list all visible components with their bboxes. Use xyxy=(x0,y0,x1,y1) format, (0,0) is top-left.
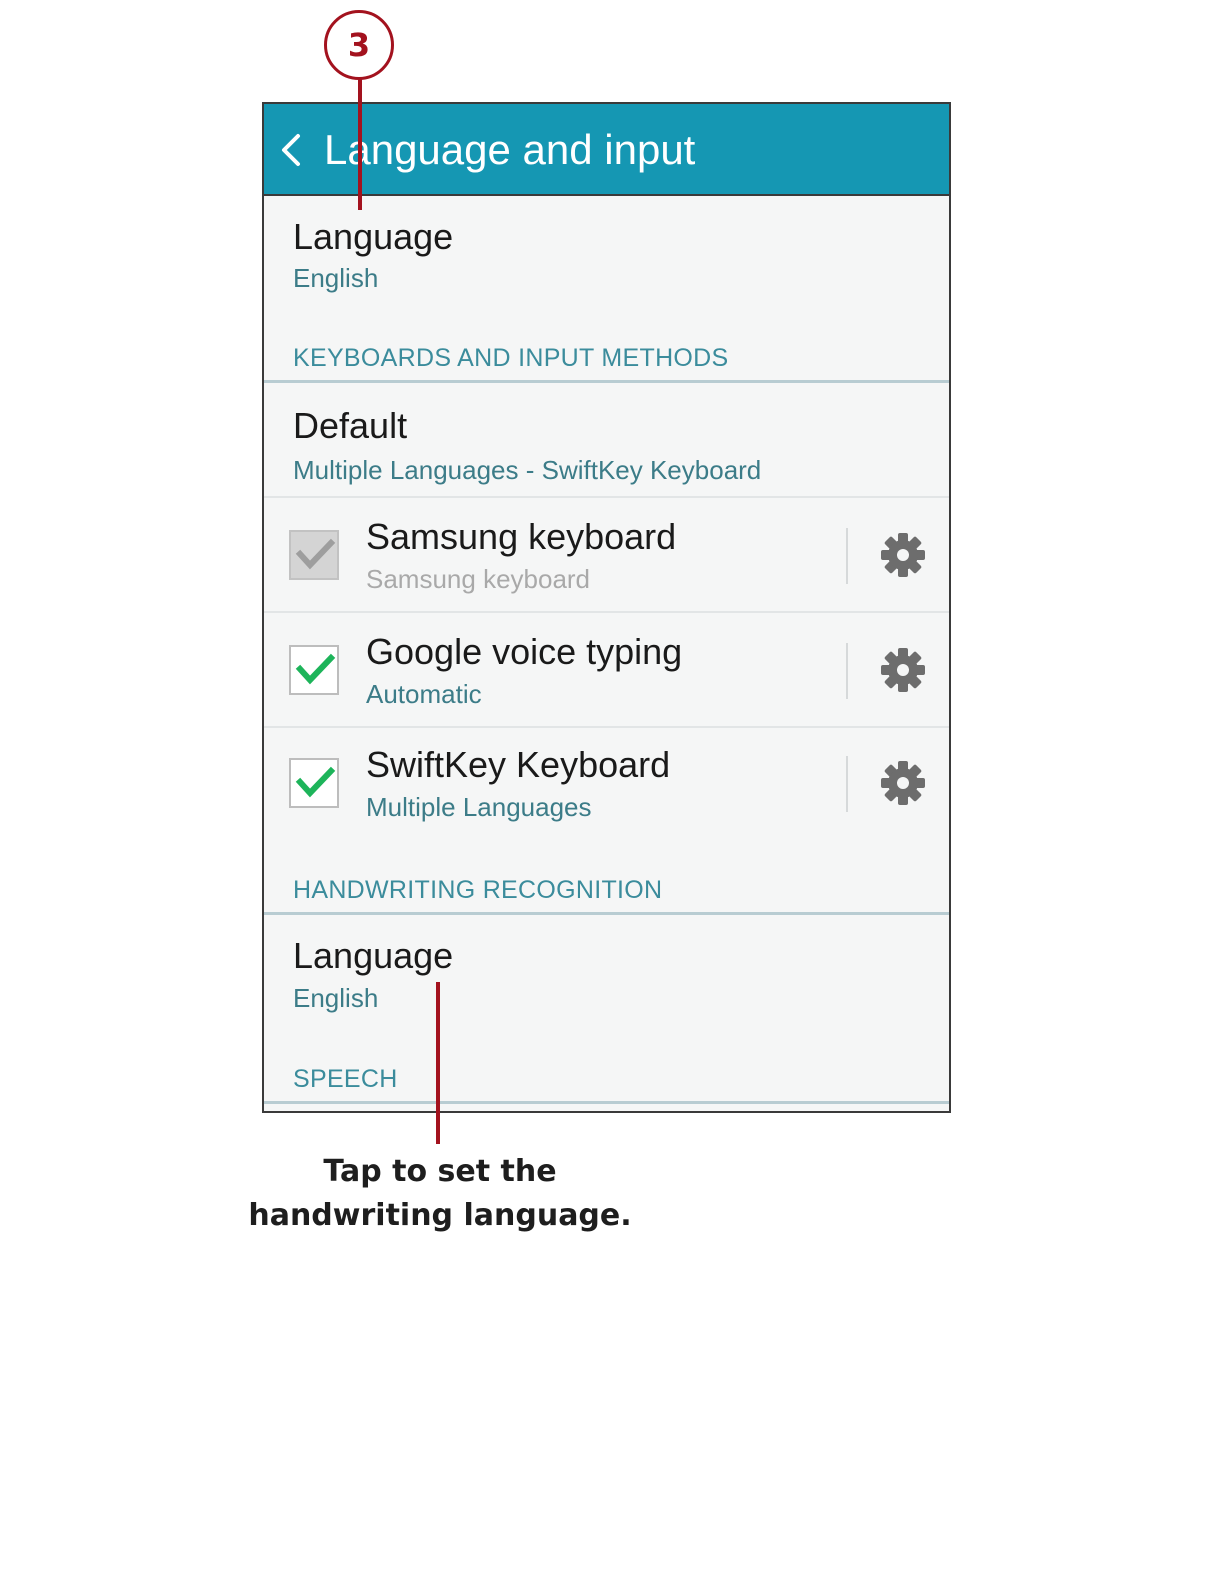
swiftkey-keyboard-subtitle: Multiple Languages xyxy=(366,792,592,822)
step-number: 3 xyxy=(347,26,371,64)
handwriting-language-setting[interactable]: Language English xyxy=(264,915,949,1028)
keyboard-row-swiftkey[interactable]: SwiftKey Keyboard Multiple Languages xyxy=(264,728,949,841)
default-value: Multiple Languages - SwiftKey Keyboard xyxy=(293,455,762,485)
app-bar: Language and input xyxy=(264,104,949,196)
language-value: English xyxy=(293,263,379,293)
caption-line-1: Tap to set the xyxy=(323,1154,557,1189)
swiftkey-keyboard-checkbox[interactable] xyxy=(289,758,339,808)
default-title: Default xyxy=(293,405,408,446)
keyboard-row-samsung[interactable]: Samsung keyboard Samsung keyboard xyxy=(264,498,949,611)
default-keyboard-setting[interactable]: Default Multiple Languages - SwiftKey Ke… xyxy=(264,383,949,496)
samsung-keyboard-checkbox[interactable] xyxy=(289,530,339,580)
language-title: Language xyxy=(293,216,454,257)
section-header-handwriting: HANDWRITING RECOGNITION xyxy=(293,876,663,904)
gear-icon[interactable] xyxy=(880,532,926,578)
section-header-speech: SPEECH xyxy=(293,1065,398,1093)
google-voice-typing-subtitle: Automatic xyxy=(366,679,482,709)
back-arrow-icon[interactable] xyxy=(278,132,304,168)
checkmark-icon xyxy=(295,653,336,685)
gear-icon[interactable] xyxy=(880,647,926,693)
vertical-separator xyxy=(846,756,848,812)
section-rule xyxy=(264,1101,949,1104)
keyboard-row-google-voice[interactable]: Google voice typing Automatic xyxy=(264,613,949,726)
instruction-caption: Tap to set the handwriting language. xyxy=(230,1150,650,1238)
google-voice-typing-checkbox[interactable] xyxy=(289,645,339,695)
caption-line-2: handwriting language. xyxy=(248,1198,632,1233)
checkmark-icon xyxy=(295,766,336,798)
samsung-keyboard-subtitle: Samsung keyboard xyxy=(366,564,591,594)
page-title: Language and input xyxy=(324,126,696,173)
checkmark-icon xyxy=(295,538,336,570)
callout-line-bottom xyxy=(436,982,440,1144)
google-voice-typing-title: Google voice typing xyxy=(366,631,683,672)
handwriting-language-value: English xyxy=(293,983,379,1013)
phone-screen: Language and input Language English KEYB… xyxy=(262,102,951,1113)
gear-icon[interactable] xyxy=(880,760,926,806)
section-header-keyboards: KEYBOARDS AND INPUT METHODS xyxy=(293,344,729,372)
language-setting[interactable]: Language English xyxy=(264,196,949,306)
handwriting-language-title: Language xyxy=(293,935,454,976)
step-callout-badge: 3 xyxy=(324,10,394,80)
samsung-keyboard-title: Samsung keyboard xyxy=(366,516,677,557)
swiftkey-keyboard-title: SwiftKey Keyboard xyxy=(366,744,671,785)
callout-line-top xyxy=(358,79,362,210)
vertical-separator xyxy=(846,528,848,584)
vertical-separator xyxy=(846,643,848,699)
